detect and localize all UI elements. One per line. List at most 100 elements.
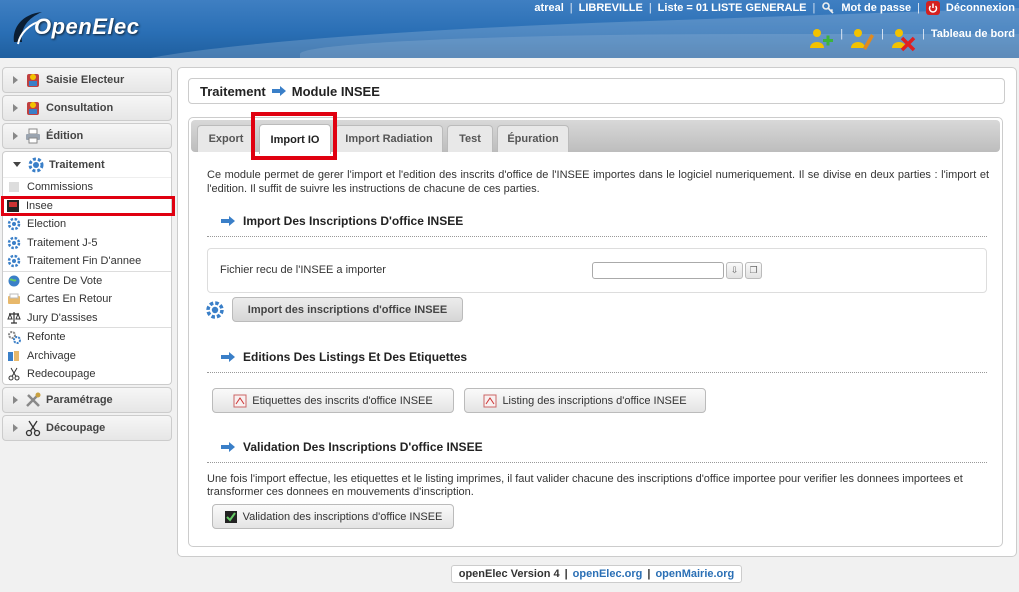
edit-user-icon[interactable]	[849, 26, 875, 52]
separator: |	[881, 28, 884, 40]
chevron-down-icon	[13, 162, 21, 167]
button-label: Validation des inscriptions d'office INS…	[242, 510, 443, 523]
submenu-item-refonte[interactable]: Refonte	[3, 328, 171, 347]
submenu-group: Commissions Insee Election Traitement J-…	[1, 177, 175, 271]
openelec-logo[interactable]: OpenElec	[8, 4, 148, 50]
browse-icon[interactable]: ❐	[745, 262, 762, 279]
menu-label: Traitement	[49, 158, 105, 171]
import-insee-button[interactable]: Import des inscriptions d'office INSEE	[232, 297, 463, 322]
document-pdf-icon	[483, 394, 497, 407]
labels-insee-button[interactable]: Etiquettes des inscrits d'office INSEE	[212, 388, 454, 413]
separator: |	[812, 2, 816, 14]
submenu-item-commissions[interactable]: Commissions	[3, 178, 171, 197]
submenu-label: Election	[27, 218, 67, 231]
tab-highlight-box	[251, 112, 337, 160]
arrow-right-icon	[221, 442, 235, 452]
gear-icon	[7, 236, 21, 249]
breadcrumb-current: Module INSEE	[291, 83, 380, 99]
user-info-bar: atreal | LIBREVILLE | Liste = 01 LISTE G…	[534, 1, 1015, 15]
document-pdf-icon	[233, 394, 247, 407]
submenu-label: Jury D'assises	[27, 311, 98, 324]
gear-icon	[7, 218, 21, 231]
dashboard-link[interactable]: Tableau de bord	[931, 28, 1015, 40]
scissors-icon	[25, 420, 41, 436]
arrow-right-icon	[221, 216, 235, 226]
menu-label: Découpage	[46, 421, 106, 434]
commission-icon	[9, 182, 19, 193]
chevron-right-icon	[13, 132, 18, 140]
submenu-item-centre-de-vote[interactable]: Centre De Vote	[3, 272, 171, 291]
printer-icon	[26, 128, 40, 144]
gear-icon	[28, 157, 44, 172]
gear-icon	[206, 301, 224, 319]
menu-label: Saisie Electeur	[46, 74, 125, 86]
listing-insee-button[interactable]: Listing des inscriptions d'office INSEE	[464, 388, 706, 413]
menu-decoupage[interactable]: Découpage	[2, 414, 172, 441]
file-input[interactable]	[592, 262, 724, 279]
tab-export[interactable]: Export	[197, 125, 255, 152]
menu-saisie-electeur[interactable]: Saisie Electeur	[2, 67, 172, 93]
divider	[207, 236, 987, 237]
archive-icon	[8, 350, 19, 361]
submenu-item-archivage[interactable]: Archivage	[3, 347, 171, 366]
submenu-item-cartes-en-retour[interactable]: Cartes En Retour	[3, 290, 171, 309]
app-header: OpenElec atreal | LIBREVILLE | Liste = 0…	[0, 0, 1019, 58]
chevron-right-icon	[13, 423, 18, 432]
version-text: openElec Version 4	[458, 568, 560, 580]
openmairie-link[interactable]: openMairie.org	[655, 568, 734, 580]
cogs-icon	[8, 331, 21, 345]
submenu-item-election[interactable]: Election	[3, 215, 171, 234]
section-title-text: Import Des Inscriptions D'office INSEE	[243, 214, 464, 228]
menu-consultation[interactable]: Consultation	[2, 95, 172, 121]
menu-label: Consultation	[46, 102, 114, 114]
delete-user-icon[interactable]	[890, 26, 916, 52]
voter-entry-icon	[27, 74, 39, 87]
upload-icon[interactable]: ⇩	[726, 262, 743, 279]
tab-test[interactable]: Test	[447, 125, 493, 152]
submenu-label: Traitement J-5	[27, 236, 98, 249]
menu-edition[interactable]: Édition	[2, 123, 172, 149]
menu-traitement[interactable]: Traitement	[2, 151, 172, 177]
breadcrumb-parent: Traitement	[200, 83, 266, 99]
arrow-right-icon	[221, 352, 235, 362]
key-icon	[822, 2, 834, 14]
user-name: atreal	[534, 2, 564, 14]
power-icon	[925, 1, 940, 15]
submenu-item-traitement-j5[interactable]: Traitement J-5	[3, 234, 171, 253]
password-link[interactable]: Mot de passe	[841, 2, 911, 14]
separator: |	[648, 2, 652, 14]
submenu-label: Traitement Fin D'annee	[27, 255, 142, 268]
intro-text: Ce module permet de gerer l'import et l'…	[207, 169, 989, 195]
submenu-item-jury-assises[interactable]: Jury D'assises	[3, 309, 171, 328]
separator: |	[917, 2, 920, 14]
main-panel: Traitement Module INSEE Export Import IO…	[177, 67, 1017, 557]
card-icon	[8, 293, 20, 305]
file-upload-form: Fichier recu de l'INSEE a importer ⇩ ❐	[207, 248, 987, 293]
submenu-item-redecoupage[interactable]: Redecoupage	[3, 365, 171, 384]
quick-actions: | | | Tableau de bord	[808, 26, 1015, 52]
separator: |	[564, 568, 568, 580]
chevron-right-icon	[13, 76, 18, 84]
menu-label: Paramétrage	[46, 393, 113, 406]
menu-label: Édition	[46, 130, 84, 142]
section-title-text: Validation Des Inscriptions D'office INS…	[243, 440, 483, 454]
submenu-item-traitement-fin-annee[interactable]: Traitement Fin D'annee	[3, 252, 171, 271]
submenu-item-insee[interactable]: Insee	[1, 195, 175, 216]
chevron-right-icon	[13, 104, 18, 112]
add-user-icon[interactable]	[808, 26, 834, 52]
submenu-label: Refonte	[27, 331, 66, 344]
section-validation-title: Validation Des Inscriptions D'office INS…	[221, 440, 483, 454]
separator: |	[840, 28, 844, 40]
tab-import-radiation[interactable]: Import Radiation	[335, 125, 443, 152]
menu-parametrage[interactable]: Paramétrage	[2, 386, 172, 413]
section-editions-title: Editions Des Listings Et Des Etiquettes	[221, 350, 467, 364]
submenu-label: Redecoupage	[27, 368, 96, 381]
globe-icon	[8, 275, 20, 287]
logout-link[interactable]: Déconnexion	[946, 2, 1015, 14]
tab-epuration[interactable]: Épuration	[497, 125, 569, 152]
submenu-label: Commissions	[27, 181, 94, 194]
validation-insee-button[interactable]: Validation des inscriptions d'office INS…	[212, 504, 454, 529]
submenu-label: Cartes En Retour	[27, 293, 112, 306]
current-liste[interactable]: Liste = 01 LISTE GENERALE	[658, 2, 807, 14]
openelec-link[interactable]: openElec.org	[573, 568, 643, 580]
